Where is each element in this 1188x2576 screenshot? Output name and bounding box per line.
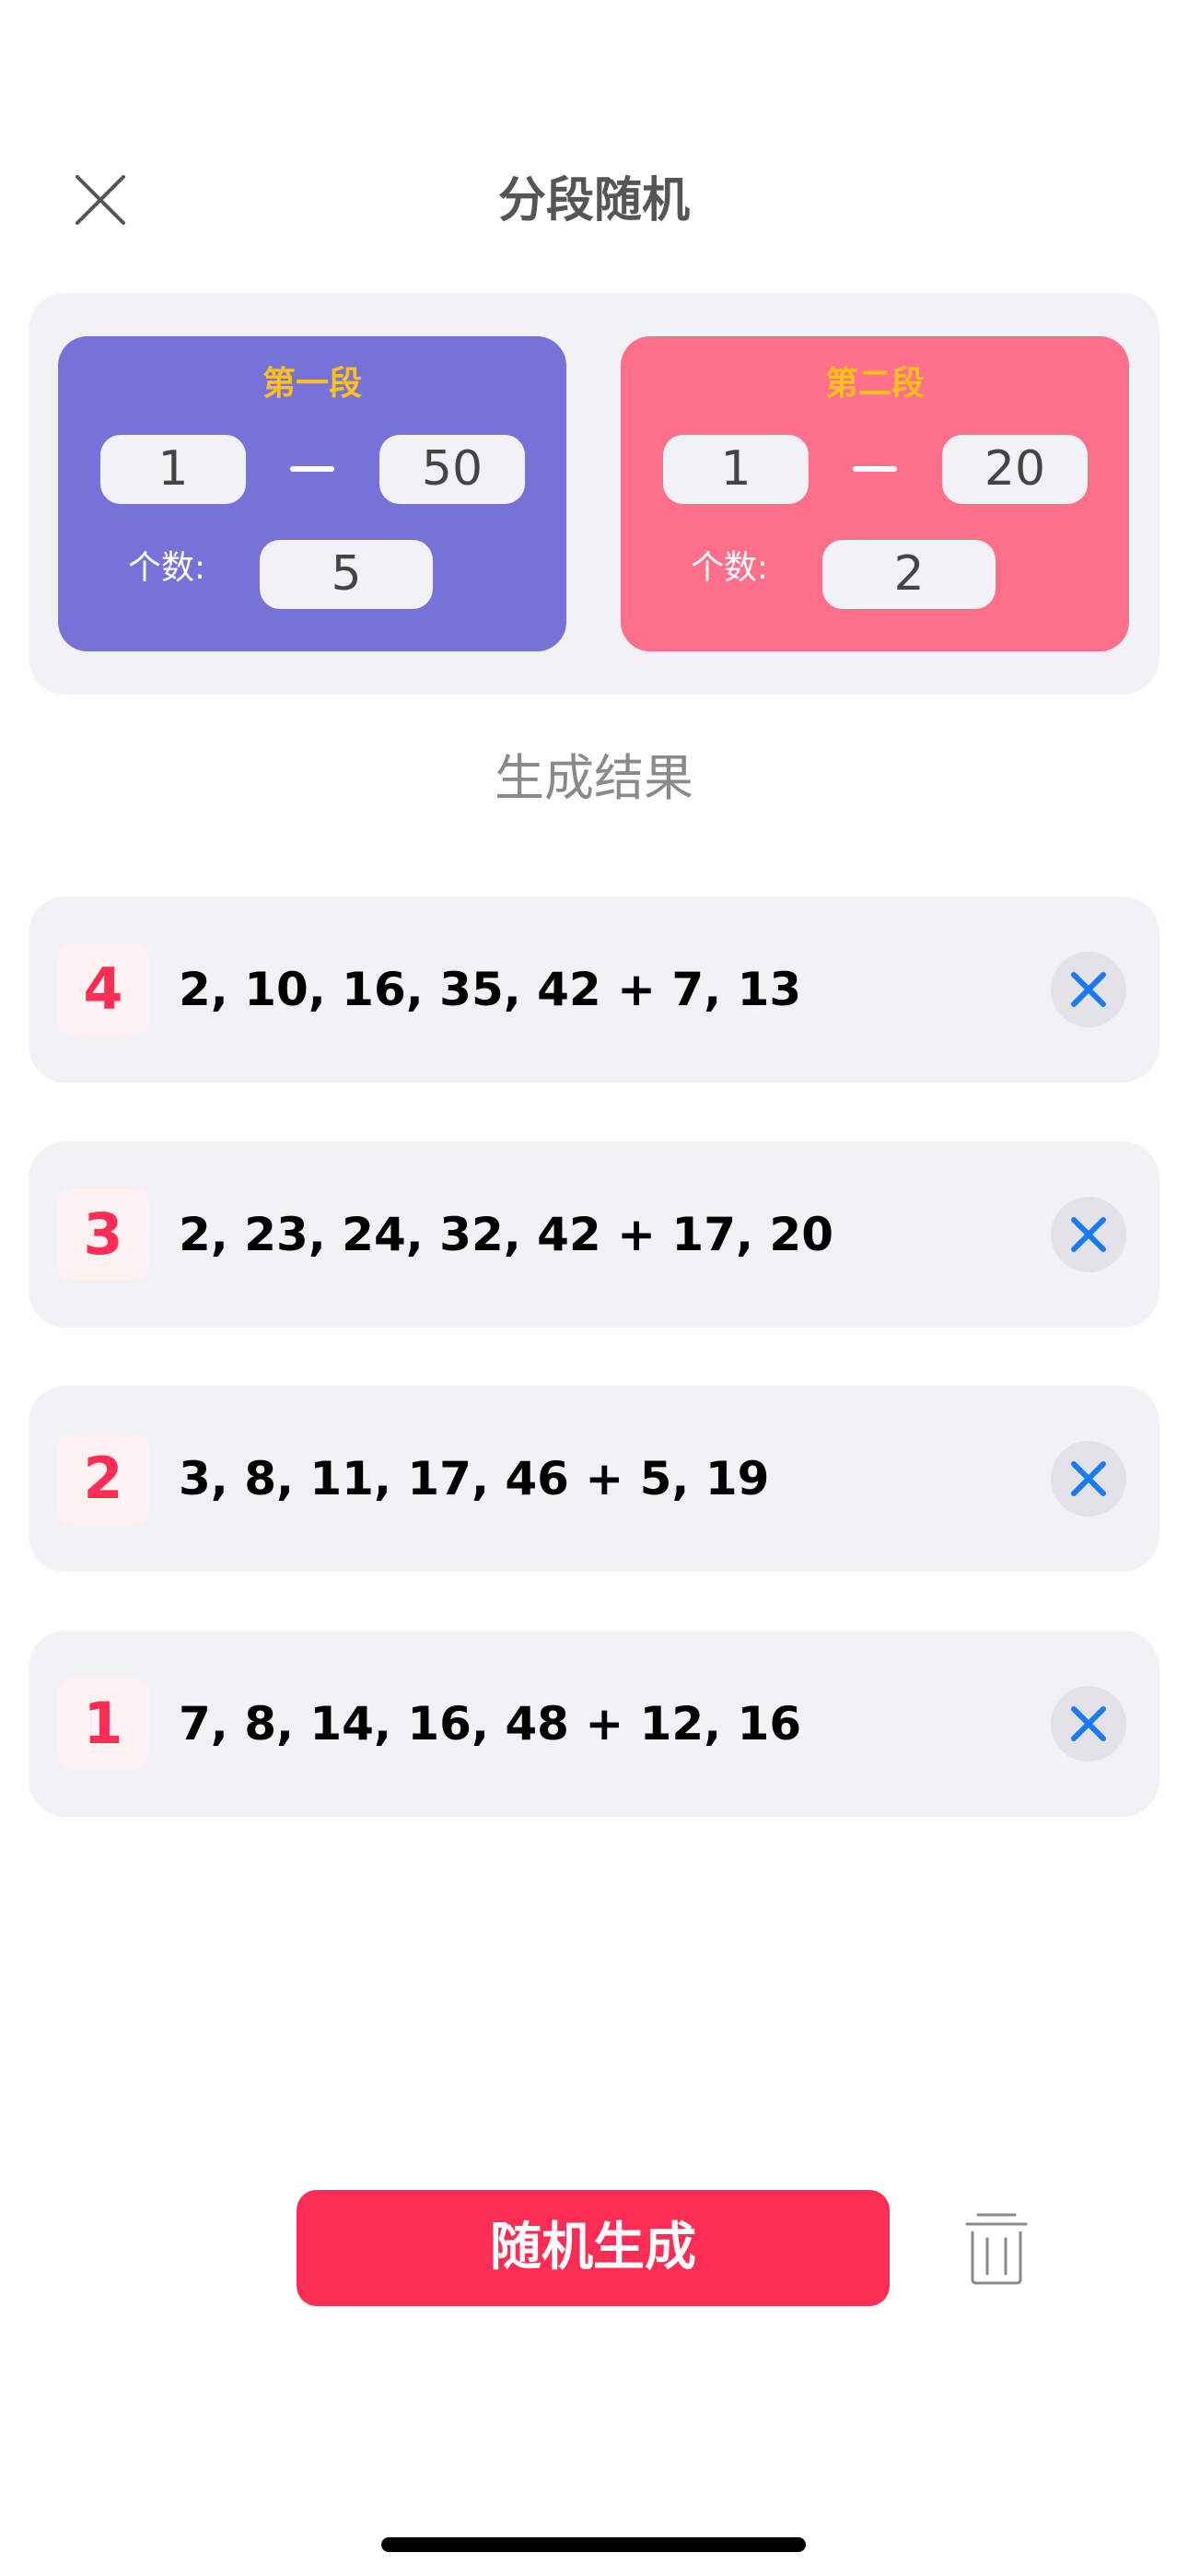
generate-button[interactable]: 随机生成 <box>297 2190 890 2306</box>
result-index: 1 <box>57 1678 149 1770</box>
result-row: 2 3, 8, 11, 17, 46 + 5, 19 <box>29 1386 1159 1572</box>
segment-2-count-label: 个数: <box>691 549 769 587</box>
home-indicator <box>381 2537 806 2552</box>
segment-1-count-label: 个数: <box>128 549 206 587</box>
delete-result-button[interactable] <box>1051 1197 1126 1272</box>
segment-1-card: 第一段 1 50 个数: 5 <box>58 336 566 651</box>
result-numbers: 2, 10, 16, 35, 42 + 7, 13 <box>179 963 802 1016</box>
result-row: 3 2, 23, 24, 32, 42 + 17, 20 <box>29 1142 1159 1328</box>
range-dash <box>290 466 334 472</box>
results-title: 生成结果 <box>495 749 693 807</box>
segment-1-range-max-input[interactable]: 50 <box>379 435 525 504</box>
segment-1-title: 第一段 <box>262 365 362 403</box>
delete-result-button[interactable] <box>1051 952 1126 1027</box>
segment-1-range-min-input[interactable]: 1 <box>100 435 246 504</box>
result-index: 4 <box>57 943 149 1036</box>
segment-2-card: 第二段 1 20 个数: 2 <box>621 336 1129 651</box>
result-index: 2 <box>57 1433 149 1525</box>
range-dash <box>853 466 897 472</box>
page-title: 分段随机 <box>497 173 690 228</box>
result-row: 4 2, 10, 16, 35, 42 + 7, 13 <box>29 896 1159 1083</box>
delete-x-icon <box>1071 1461 1106 1496</box>
clear-all-button[interactable] <box>965 2211 1028 2285</box>
result-row: 1 7, 8, 14, 16, 48 + 12, 16 <box>29 1631 1159 1817</box>
delete-x-icon <box>1071 972 1106 1007</box>
delete-result-button[interactable] <box>1051 1441 1126 1516</box>
delete-x-icon <box>1071 1706 1106 1741</box>
segment-1-count-input[interactable]: 5 <box>260 540 433 609</box>
segment-2-title: 第二段 <box>824 365 925 403</box>
trash-icon <box>965 2213 1028 2285</box>
segment-2-range-min-input[interactable]: 1 <box>663 435 809 504</box>
segment-2-range-max-input[interactable]: 20 <box>942 435 1088 504</box>
result-index: 3 <box>57 1188 149 1281</box>
segments-panel: 第一段 1 50 个数: 5 第二段 1 20 个数: 2 <box>29 293 1159 695</box>
result-numbers: 7, 8, 14, 16, 48 + 12, 16 <box>179 1697 802 1751</box>
segment-2-count-input[interactable]: 2 <box>822 540 996 609</box>
delete-result-button[interactable] <box>1051 1686 1126 1762</box>
result-numbers: 3, 8, 11, 17, 46 + 5, 19 <box>179 1452 770 1505</box>
result-numbers: 2, 23, 24, 32, 42 + 17, 20 <box>179 1208 833 1261</box>
delete-x-icon <box>1071 1217 1106 1252</box>
